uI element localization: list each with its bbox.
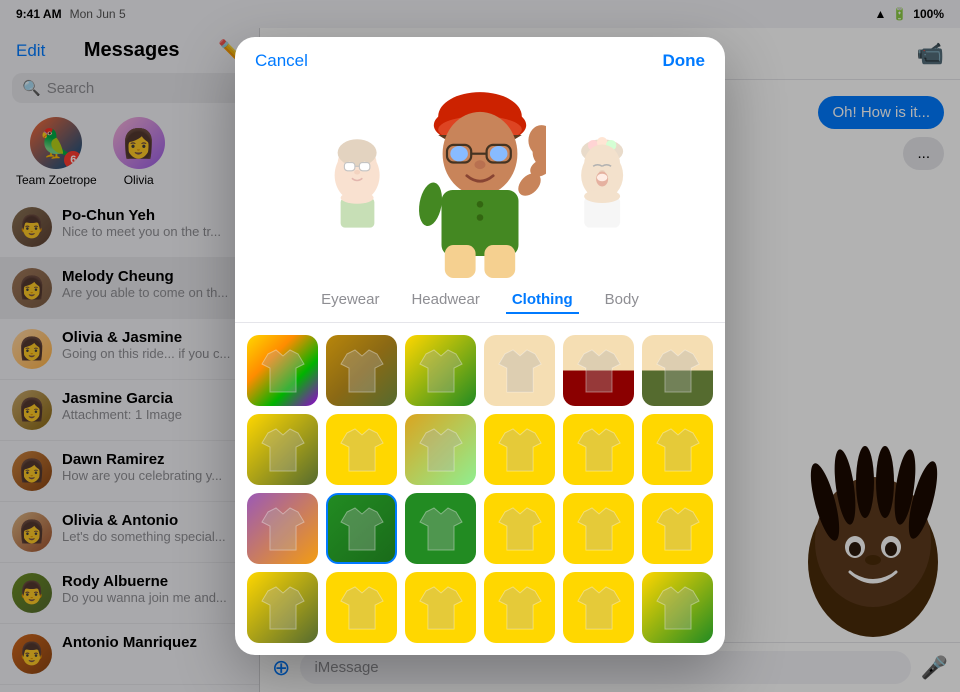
tab-headwear[interactable]: Headwear: [405, 287, 485, 314]
preview-char-right: [571, 130, 635, 228]
clothing-item-23[interactable]: [642, 572, 713, 643]
clothing-item-6[interactable]: [247, 414, 318, 485]
preview-char-center: [414, 75, 546, 284]
clothing-item-12[interactable]: [247, 493, 318, 564]
clothing-item-3[interactable]: [484, 335, 555, 406]
clothing-item-16[interactable]: [563, 493, 634, 564]
clothing-item-5[interactable]: [642, 335, 713, 406]
clothing-item-13[interactable]: [326, 493, 397, 564]
clothing-item-8[interactable]: [405, 414, 476, 485]
clothing-item-18[interactable]: [247, 572, 318, 643]
clothing-grid: [235, 323, 725, 655]
clothing-item-11[interactable]: [642, 414, 713, 485]
clothing-item-9[interactable]: [484, 414, 555, 485]
clothing-item-17[interactable]: [642, 493, 713, 564]
tab-eyewear[interactable]: Eyewear: [315, 287, 385, 314]
preview-char-left: [326, 130, 390, 228]
clothing-item-1[interactable]: [326, 335, 397, 406]
done-button[interactable]: Done: [662, 51, 705, 71]
clothing-item-14[interactable]: [405, 493, 476, 564]
clothing-item-20[interactable]: [405, 572, 476, 643]
cancel-button[interactable]: Cancel: [255, 51, 308, 71]
modal-header: Cancel Done: [235, 37, 725, 79]
tab-clothing[interactable]: Clothing: [506, 287, 579, 314]
clothing-item-2[interactable]: [405, 335, 476, 406]
modal-overlay: Cancel Done: [0, 0, 960, 692]
category-tabs: Eyewear Headwear Clothing Body: [235, 279, 725, 323]
clothing-item-0[interactable]: [247, 335, 318, 406]
clothing-item-19[interactable]: [326, 572, 397, 643]
clothing-item-22[interactable]: [563, 572, 634, 643]
clothing-item-10[interactable]: [563, 414, 634, 485]
memoji-preview-area: [235, 79, 725, 279]
clothing-item-21[interactable]: [484, 572, 555, 643]
tab-body[interactable]: Body: [599, 287, 645, 314]
clothing-item-4[interactable]: [563, 335, 634, 406]
clothing-item-7[interactable]: [326, 414, 397, 485]
clothing-item-15[interactable]: [484, 493, 555, 564]
memoji-editor-modal: Cancel Done: [235, 37, 725, 655]
